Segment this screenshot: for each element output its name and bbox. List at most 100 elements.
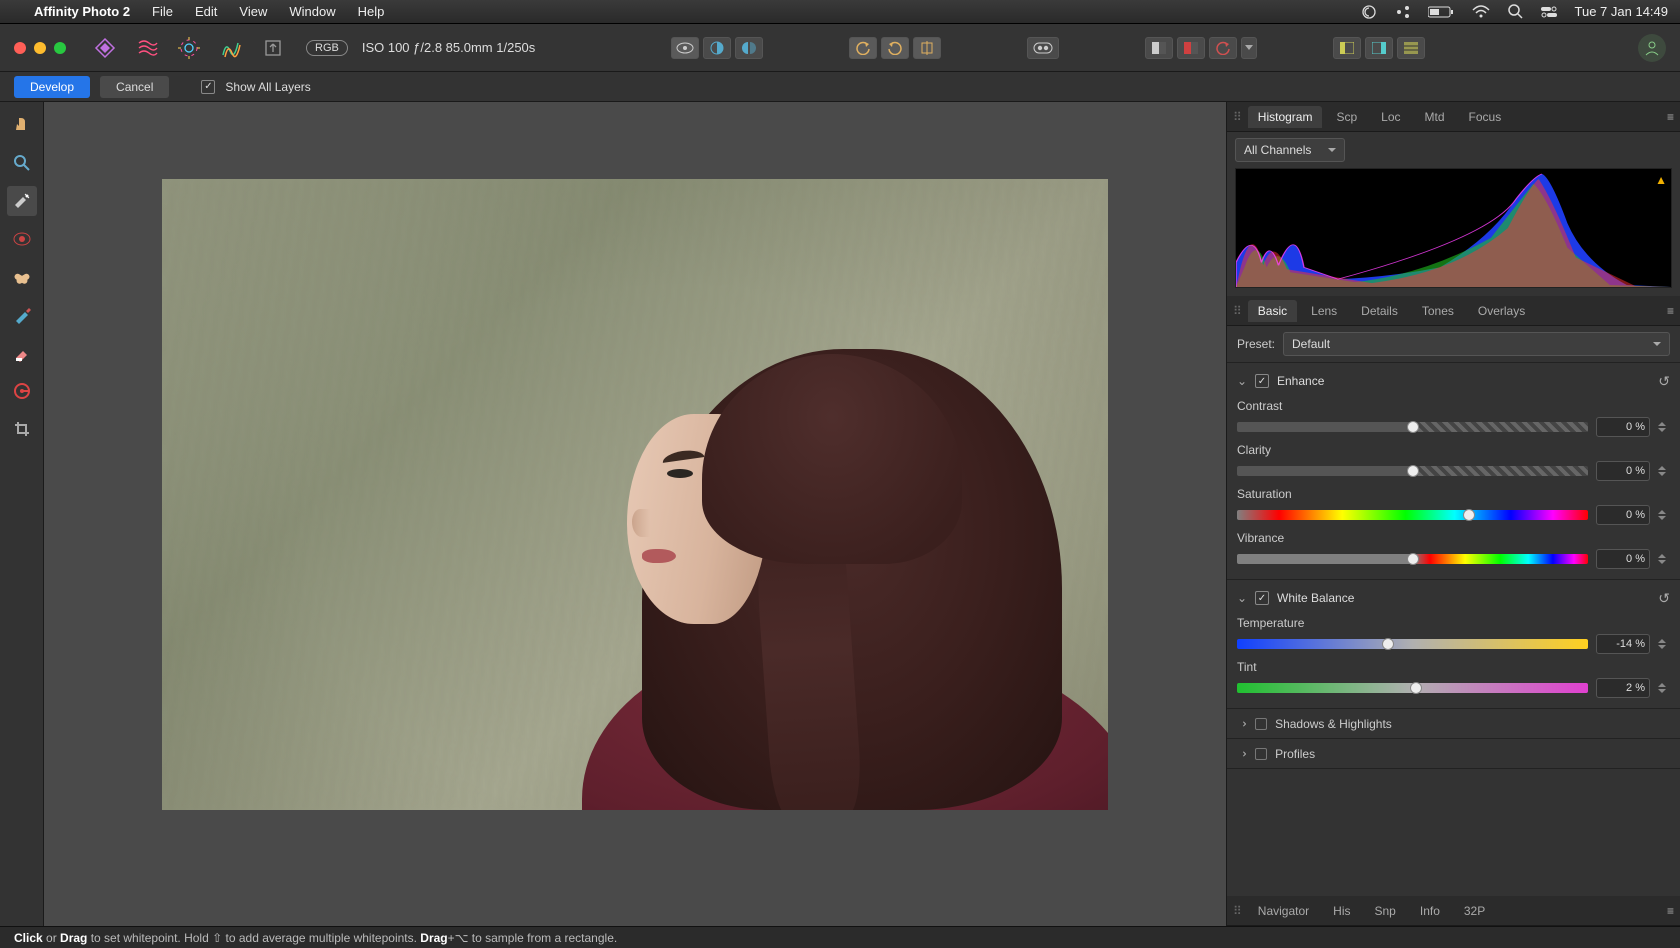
- auto-button[interactable]: [1027, 37, 1059, 59]
- view-tool[interactable]: [7, 110, 37, 140]
- clock[interactable]: Tue 7 Jan 14:49: [1575, 4, 1668, 19]
- rotate-ccw-button[interactable]: [849, 37, 877, 59]
- color-mode-pill[interactable]: RGB: [306, 40, 348, 56]
- cc-icon[interactable]: [1360, 5, 1378, 19]
- temperature-slider[interactable]: [1237, 639, 1588, 649]
- app-name[interactable]: Affinity Photo 2: [34, 4, 130, 19]
- rotate-cw-button[interactable]: [881, 37, 909, 59]
- studio-right-toggle[interactable]: [1365, 37, 1393, 59]
- panel-grip-icon[interactable]: ⠿: [1233, 304, 1240, 318]
- tab-info[interactable]: Info: [1410, 900, 1450, 922]
- red-eye-tool[interactable]: [7, 224, 37, 254]
- zoom-tool[interactable]: [7, 148, 37, 178]
- clipping-shadows-button[interactable]: [1177, 37, 1205, 59]
- flip-button[interactable]: [913, 37, 941, 59]
- vibrance-stepper[interactable]: [1658, 549, 1670, 569]
- panel-grip-icon[interactable]: ⠿: [1233, 110, 1240, 124]
- preset-dropdown[interactable]: Default: [1283, 332, 1670, 356]
- battery-icon[interactable]: [1428, 6, 1454, 18]
- profiles-section[interactable]: ⌄ Profiles: [1227, 739, 1680, 769]
- tab-overlays[interactable]: Overlays: [1468, 300, 1535, 322]
- clarity-slider[interactable]: [1237, 466, 1588, 476]
- menu-help[interactable]: Help: [358, 4, 385, 19]
- histogram-channels-dropdown[interactable]: All Channels: [1235, 138, 1345, 162]
- menu-edit[interactable]: Edit: [195, 4, 217, 19]
- white-balance-checkbox[interactable]: [1255, 591, 1269, 605]
- vibrance-slider[interactable]: [1237, 554, 1588, 564]
- clipping-highlights-button[interactable]: [1145, 37, 1173, 59]
- enhance-checkbox[interactable]: [1255, 374, 1269, 388]
- tab-history[interactable]: His: [1323, 900, 1360, 922]
- crop-tool[interactable]: [7, 414, 37, 444]
- tab-navigator[interactable]: Navigator: [1248, 900, 1319, 922]
- saturation-stepper[interactable]: [1658, 505, 1670, 525]
- spotlight-icon[interactable]: [1508, 4, 1523, 19]
- contrast-slider[interactable]: [1237, 422, 1588, 432]
- wifi-icon[interactable]: [1472, 5, 1490, 18]
- temperature-stepper[interactable]: [1658, 634, 1670, 654]
- contrast-stepper[interactable]: [1658, 417, 1670, 437]
- share-icon[interactable]: [1396, 5, 1410, 19]
- tab-scope[interactable]: Scp: [1326, 106, 1367, 128]
- tab-focus[interactable]: Focus: [1459, 106, 1512, 128]
- overlay-erase-tool[interactable]: [7, 338, 37, 368]
- reset-icon[interactable]: ↺: [1658, 373, 1670, 390]
- canvas-area[interactable]: [44, 102, 1226, 926]
- panel-grip-icon[interactable]: ⠿: [1233, 904, 1240, 918]
- vibrance-value[interactable]: 0 %: [1596, 549, 1650, 569]
- control-center-icon[interactable]: [1541, 6, 1557, 18]
- split-view-button[interactable]: [703, 37, 731, 59]
- panel-menu-icon[interactable]: ≡: [1667, 304, 1674, 318]
- tab-lens[interactable]: Lens: [1301, 300, 1347, 322]
- tab-basic[interactable]: Basic: [1248, 300, 1297, 322]
- tone-mapping-persona-button[interactable]: [214, 31, 248, 65]
- studio-presets-toggle[interactable]: [1397, 37, 1425, 59]
- white-balance-tool[interactable]: [7, 186, 37, 216]
- chevron-down-icon[interactable]: ⌄: [1237, 591, 1247, 605]
- export-persona-button[interactable]: [256, 31, 290, 65]
- panel-menu-icon[interactable]: ≡: [1667, 110, 1674, 124]
- liquify-persona-button[interactable]: [130, 31, 164, 65]
- contrast-value[interactable]: 0 %: [1596, 417, 1650, 437]
- reset-icon[interactable]: ↺: [1658, 590, 1670, 607]
- tab-snapshots[interactable]: Snp: [1365, 900, 1406, 922]
- clarity-stepper[interactable]: [1658, 461, 1670, 481]
- tint-value[interactable]: 2 %: [1596, 678, 1650, 698]
- tab-histogram[interactable]: Histogram: [1248, 106, 1323, 128]
- clipping-dropdown[interactable]: [1241, 37, 1257, 59]
- menu-view[interactable]: View: [239, 4, 267, 19]
- photo-document[interactable]: [162, 179, 1108, 810]
- chevron-down-icon[interactable]: ⌄: [1237, 374, 1247, 388]
- overlay-gradient-tool[interactable]: [7, 376, 37, 406]
- tab-details[interactable]: Details: [1351, 300, 1408, 322]
- develop-button[interactable]: Develop: [14, 76, 90, 98]
- account-button[interactable]: [1638, 34, 1666, 62]
- tab-loc[interactable]: Loc: [1371, 106, 1410, 128]
- clarity-value[interactable]: 0 %: [1596, 461, 1650, 481]
- studio-left-toggle[interactable]: [1333, 37, 1361, 59]
- blemish-tool[interactable]: [7, 262, 37, 292]
- panel-menu-icon[interactable]: ≡: [1667, 904, 1674, 918]
- close-window-button[interactable]: [14, 42, 26, 54]
- menu-window[interactable]: Window: [289, 4, 335, 19]
- photo-persona-button[interactable]: [88, 31, 122, 65]
- saturation-slider[interactable]: [1237, 510, 1588, 520]
- zoom-window-button[interactable]: [54, 42, 66, 54]
- sync-before-after-button[interactable]: [671, 37, 699, 59]
- tab-tones[interactable]: Tones: [1412, 300, 1464, 322]
- cancel-button[interactable]: Cancel: [100, 76, 169, 98]
- minimize-window-button[interactable]: [34, 42, 46, 54]
- menu-file[interactable]: File: [152, 4, 173, 19]
- tab-metadata[interactable]: Mtd: [1415, 106, 1455, 128]
- mirror-view-button[interactable]: [735, 37, 763, 59]
- shadows-checkbox[interactable]: [1255, 718, 1267, 730]
- shadows-highlights-section[interactable]: ⌄ Shadows & Highlights: [1227, 709, 1680, 739]
- tab-32p[interactable]: 32P: [1454, 900, 1495, 922]
- tint-slider[interactable]: [1237, 683, 1588, 693]
- develop-persona-button[interactable]: [172, 31, 206, 65]
- profiles-checkbox[interactable]: [1255, 748, 1267, 760]
- clipping-reset-button[interactable]: [1209, 37, 1237, 59]
- tint-stepper[interactable]: [1658, 678, 1670, 698]
- show-all-layers-checkbox[interactable]: [201, 80, 215, 94]
- temperature-value[interactable]: -14 %: [1596, 634, 1650, 654]
